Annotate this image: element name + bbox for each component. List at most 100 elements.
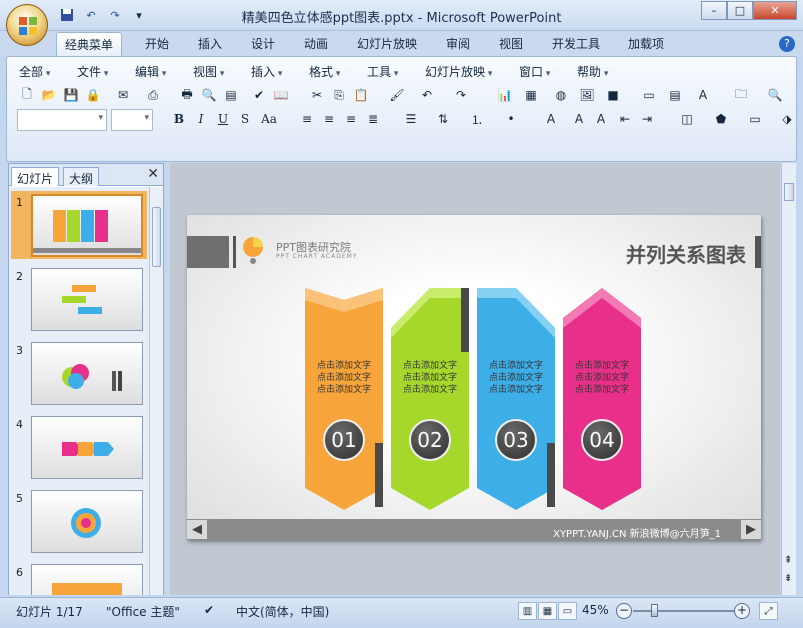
maximize-button[interactable]: □ xyxy=(727,1,753,20)
bullets-icon[interactable]: • xyxy=(501,109,521,129)
tab-design[interactable]: 设计 xyxy=(251,35,275,52)
shape-fill-icon[interactable]: ⬗ xyxy=(777,109,797,129)
insert-clipart-icon[interactable]: ◍ xyxy=(551,85,571,105)
menu-format[interactable]: 格式 xyxy=(309,63,340,80)
menu-help[interactable]: 帮助 xyxy=(577,63,608,80)
tab-insert[interactable]: 插入 xyxy=(198,35,222,52)
align-right-icon[interactable]: ≡ xyxy=(341,109,361,129)
bold-button[interactable]: B xyxy=(169,109,189,129)
cut-icon[interactable]: ✂ xyxy=(307,85,327,105)
tab-slideshow[interactable]: 幻灯片放映 xyxy=(357,35,417,52)
insert-table-icon[interactable]: ▦ xyxy=(521,85,541,105)
menu-insert[interactable]: 插入 xyxy=(251,63,282,80)
insert-chart-icon[interactable]: 📊 xyxy=(495,85,515,105)
card-3[interactable]: 点击添加文字 点击添加文字 点击添加文字 03 xyxy=(477,288,555,510)
tab-home[interactable]: 开始 xyxy=(145,35,169,52)
textbox-icon[interactable]: A xyxy=(693,85,713,105)
slide-canvas[interactable]: PPT图表研究院 PPT CHART ACADEMY 并列关系图表 点击添加文字… xyxy=(187,215,761,540)
card-2[interactable]: 点击添加文字 点击添加文字 点击添加文字 02 xyxy=(391,288,469,510)
prev-slide-icon[interactable]: ⇞ xyxy=(784,555,792,566)
thumbnail-item[interactable]: 2 xyxy=(11,265,147,333)
language-status[interactable]: 中文(简体，中国) xyxy=(236,603,329,620)
scrollbar-thumb[interactable] xyxy=(784,183,794,201)
shadow-button[interactable]: S xyxy=(235,109,255,129)
grow-font-icon[interactable]: A xyxy=(569,109,589,129)
page-setup-icon[interactable]: ▤ xyxy=(221,85,241,105)
print-preview-icon[interactable]: 🔍 xyxy=(199,85,219,105)
justify-icon[interactable]: ≣ xyxy=(363,109,383,129)
menu-window[interactable]: 窗口 xyxy=(519,63,550,80)
underline-button[interactable]: U xyxy=(213,109,233,129)
help-icon[interactable]: ? xyxy=(779,36,795,52)
color-scheme-icon[interactable]: ■ xyxy=(603,85,623,105)
spelling-icon[interactable]: ✔ xyxy=(249,85,269,105)
menu-slideshow[interactable]: 幻灯片放映 xyxy=(425,63,492,80)
tab-developer[interactable]: 开发工具 xyxy=(552,35,600,52)
print-icon[interactable]: 🖶 xyxy=(177,85,197,105)
format-painter-icon[interactable]: 🖌 xyxy=(387,85,407,105)
zoom-slider-knob[interactable] xyxy=(651,604,658,617)
redo-icon[interactable]: ↷ xyxy=(451,85,471,105)
italic-button[interactable]: I xyxy=(191,109,211,129)
text-direction-icon[interactable]: ⇅ xyxy=(433,109,453,129)
new-slide-icon[interactable]: ▭ xyxy=(639,85,659,105)
undo-icon[interactable]: ↶ xyxy=(417,85,437,105)
menu-all[interactable]: 全部 xyxy=(19,63,50,80)
arrange-icon[interactable]: ◫ xyxy=(677,109,697,129)
tab-classic-menu[interactable]: 经典菜单 xyxy=(56,32,123,56)
menu-file[interactable]: 文件 xyxy=(77,63,108,80)
send-icon[interactable]: ✉ xyxy=(113,85,133,105)
office-button[interactable] xyxy=(6,4,48,46)
align-left-icon[interactable]: ≡ xyxy=(297,109,317,129)
folder-icon[interactable]: 🗀 xyxy=(731,85,751,105)
tab-addins[interactable]: 加载项 xyxy=(628,35,664,52)
copy-icon[interactable]: ⎘ xyxy=(329,85,349,105)
slide-sorter-icon[interactable]: ▦ xyxy=(538,602,557,620)
permission-icon[interactable]: 🔒 xyxy=(83,85,103,105)
insert-picture-icon[interactable]: 🖼 xyxy=(577,85,597,105)
menu-view[interactable]: 视图 xyxy=(193,63,224,80)
menu-edit[interactable]: 编辑 xyxy=(135,63,166,80)
menu-tools[interactable]: 工具 xyxy=(367,63,398,80)
zoom-icon[interactable]: 🔍 xyxy=(765,85,785,105)
scrollbar-thumb[interactable] xyxy=(152,207,161,267)
decrease-indent-icon[interactable]: ⇤ xyxy=(615,109,635,129)
tab-outline[interactable]: 大纲 xyxy=(63,167,100,186)
tab-view[interactable]: 视图 xyxy=(499,35,523,52)
zoom-out-icon[interactable]: − xyxy=(616,603,632,619)
quick-styles-icon[interactable]: ▭ xyxy=(745,109,765,129)
tab-animation[interactable]: 动画 xyxy=(304,35,328,52)
font-size-combo[interactable] xyxy=(111,109,153,131)
tab-slides[interactable]: 幻灯片 xyxy=(11,167,60,186)
minimize-button[interactable]: – xyxy=(701,1,727,20)
card-1[interactable]: 点击添加文字 点击添加文字 点击添加文字 01 xyxy=(305,288,383,510)
layout-icon[interactable]: ▤ xyxy=(665,85,685,105)
change-case-button[interactable]: Aa xyxy=(259,109,279,129)
prev-arrow-icon[interactable]: ◀ xyxy=(187,520,207,539)
fit-window-icon[interactable]: ⤢ xyxy=(759,602,778,620)
tab-review[interactable]: 审阅 xyxy=(446,35,470,52)
card-4[interactable]: 点击添加文字 点击添加文字 点击添加文字 04 xyxy=(563,288,641,510)
align-center-icon[interactable]: ≡ xyxy=(319,109,339,129)
research-icon[interactable]: 📖 xyxy=(271,85,291,105)
normal-view-icon[interactable]: ▥ xyxy=(518,602,537,620)
paste-icon[interactable]: 📋 xyxy=(351,85,371,105)
zoom-slider-track[interactable] xyxy=(633,610,739,612)
vertical-scrollbar[interactable]: ⇞ ⇟ xyxy=(781,163,796,595)
zoom-in-icon[interactable]: + xyxy=(734,603,750,619)
save-icon[interactable]: 💾 xyxy=(61,85,81,105)
zoom-level[interactable]: 45% xyxy=(582,603,609,617)
numbering-icon[interactable]: ⒈ xyxy=(467,109,487,129)
thumbnail-item[interactable]: 1 xyxy=(11,191,147,259)
spellcheck-icon[interactable]: ✔ xyxy=(204,603,214,617)
increase-indent-icon[interactable]: ⇥ xyxy=(637,109,657,129)
shapes-icon[interactable]: ⬟ xyxy=(711,109,731,129)
thumbnail-item[interactable]: 6 xyxy=(11,561,147,595)
thumbnail-item[interactable]: 4 xyxy=(11,413,147,481)
close-button[interactable]: ✕ xyxy=(753,1,797,20)
font-name-combo[interactable] xyxy=(17,109,107,131)
pdf-icon[interactable]: ⎙ xyxy=(143,85,163,105)
next-slide-icon[interactable]: ⇟ xyxy=(784,573,792,584)
thumbnail-item[interactable]: 3 xyxy=(11,339,147,407)
shrink-font-icon[interactable]: A xyxy=(591,109,611,129)
